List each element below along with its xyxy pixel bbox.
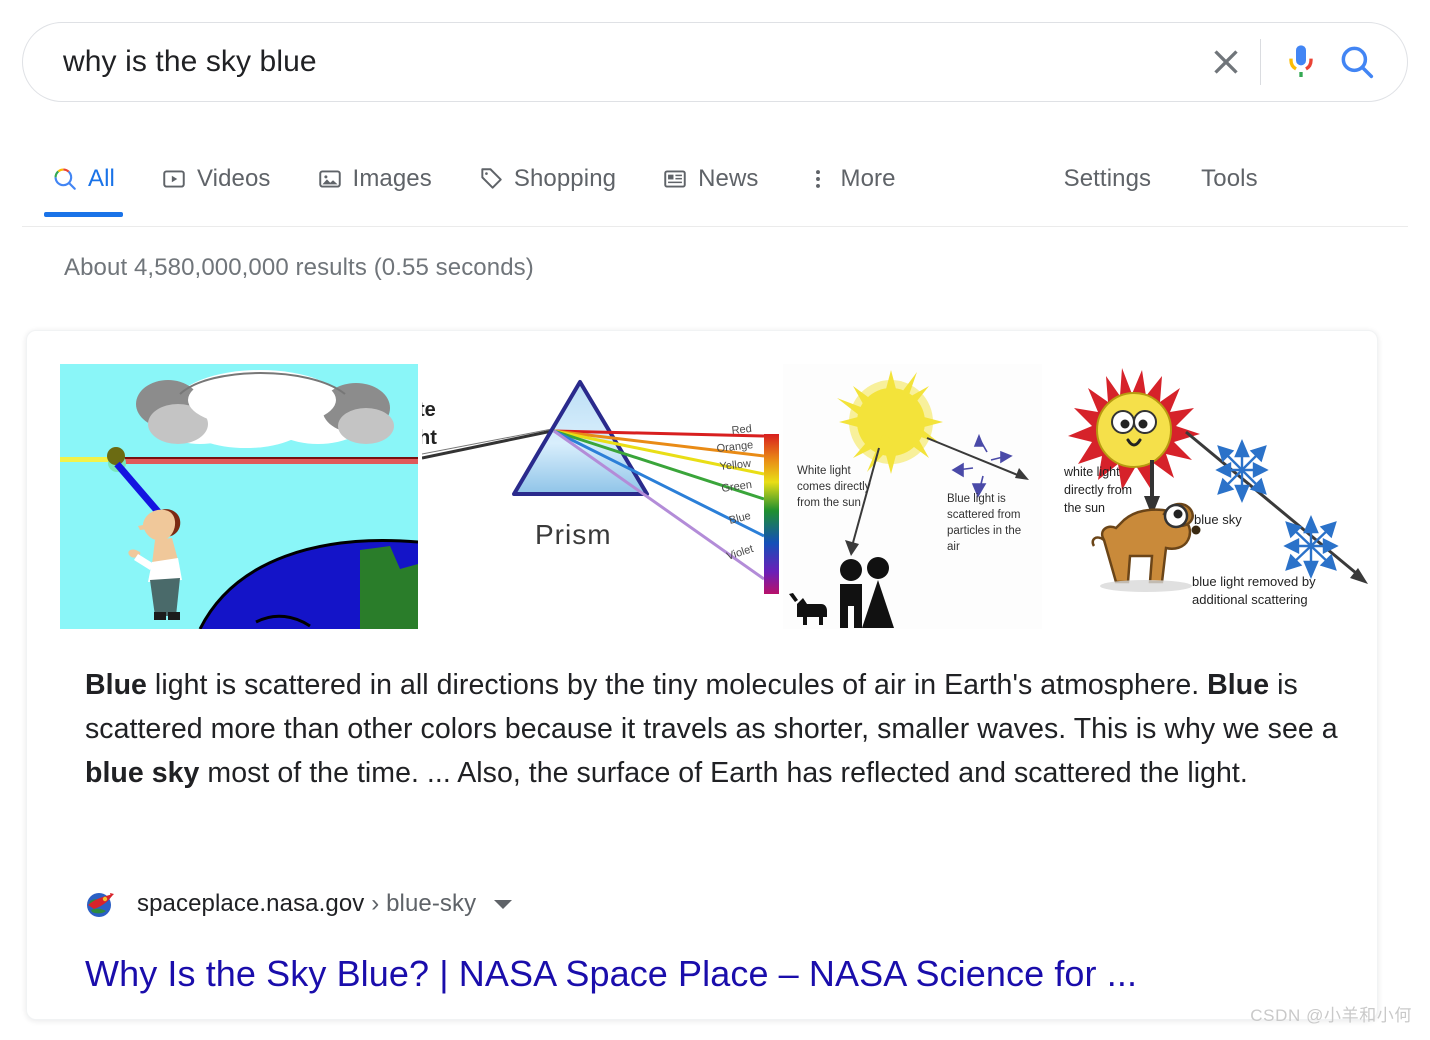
sun-scattering-diagram: White light comes directly from the sun … — [783, 364, 1042, 629]
result-url[interactable]: spaceplace.nasa.gov › blue-sky — [137, 890, 476, 918]
svg-text:Blue light is: Blue light is — [947, 493, 1006, 505]
svg-text:additional scattering: additional scattering — [1192, 592, 1308, 607]
snippet-text-run: most of the time. ... Also, the surface … — [199, 757, 1248, 789]
svg-text:directly from: directly from — [1064, 483, 1132, 497]
featured-snippet-text: Blue light is scattered in all direction… — [85, 663, 1347, 795]
clear-search-button[interactable] — [1200, 36, 1252, 88]
cartoon-sun-dog-scattering-diagram: white light directly from the sun blue s… — [1046, 364, 1377, 629]
svg-text:scattered from: scattered from — [947, 509, 1021, 521]
tab-more[interactable]: More — [797, 148, 904, 210]
newspaper-icon — [662, 166, 688, 192]
featured-snippet-card: Red Orange Yellow Green Blue Violet te h… — [26, 330, 1378, 1020]
tabs-right-group: Settings Tools — [1064, 148, 1258, 210]
tab-shopping[interactable]: Shopping — [470, 148, 624, 210]
nasa-favicon — [85, 889, 115, 919]
thumbnail-sun-scattering[interactable]: White light comes directly from the sun … — [783, 364, 1042, 629]
tabs-left-group: All Videos Images Shopping News More — [44, 148, 934, 217]
thumbnail-cartoon-sun-dog[interactable]: white light directly from the sun blue s… — [1046, 364, 1377, 629]
microphone-icon — [1289, 45, 1313, 77]
thumbnail-prism-spectrum[interactable]: Red Orange Yellow Green Blue Violet te h… — [422, 364, 779, 629]
tab-news[interactable]: News — [654, 148, 766, 210]
voice-search-button[interactable] — [1273, 34, 1329, 90]
thumbnail-sky-observer[interactable] — [60, 364, 418, 629]
svg-text:ht: ht — [422, 427, 437, 449]
tab-images[interactable]: Images — [309, 148, 440, 210]
svg-text:blue sky: blue sky — [1194, 512, 1242, 527]
tabs-bottom-border — [22, 226, 1408, 227]
result-path: blue-sky — [386, 890, 477, 917]
search-input[interactable]: why is the sky blue — [63, 47, 1200, 77]
search-tabs: All Videos Images Shopping News More Set… — [0, 148, 1430, 222]
result-source-row[interactable]: spaceplace.nasa.gov › blue-sky — [85, 887, 513, 921]
tab-label: Videos — [196, 165, 271, 192]
svg-text:from the sun: from the sun — [797, 497, 861, 509]
snippet-bold-term: Blue — [85, 669, 147, 701]
svg-text:Prism: Prism — [535, 519, 612, 550]
tab-label: Shopping — [513, 165, 617, 192]
settings-link[interactable]: Settings — [1064, 165, 1152, 193]
svg-text:white light: white light — [1063, 465, 1120, 479]
featured-thumbnail-strip: Red Orange Yellow Green Blue Violet te h… — [60, 364, 1377, 629]
snippet-bold-term: Blue — [1207, 669, 1270, 701]
svg-text:blue light removed by: blue light removed by — [1192, 574, 1316, 589]
result-stats: About 4,580,000,000 results (0.55 second… — [64, 254, 534, 281]
tab-label: News — [698, 165, 759, 192]
tab-label: All — [88, 165, 115, 192]
tab-label: More — [840, 165, 896, 192]
tab-label: Images — [352, 165, 432, 192]
more-vert-icon — [805, 166, 831, 192]
tag-icon — [478, 166, 504, 192]
watermark: CSDN @小羊和小何 — [1250, 1006, 1412, 1025]
svg-text:White light: White light — [797, 465, 851, 477]
image-icon — [317, 166, 343, 192]
svg-text:particles in the: particles in the — [947, 525, 1021, 537]
search-submit-button[interactable] — [1329, 34, 1385, 90]
svg-text:Red: Red — [731, 423, 752, 437]
tools-link[interactable]: Tools — [1201, 165, 1258, 193]
tab-videos[interactable]: Videos — [153, 148, 279, 210]
svg-text:te: te — [422, 399, 436, 421]
svg-text:air: air — [947, 541, 960, 553]
tab-all[interactable]: All — [44, 148, 123, 217]
snippet-bold-term: blue sky — [85, 757, 200, 789]
breadcrumb-separator: › — [371, 890, 380, 917]
search-divider — [1260, 39, 1261, 85]
svg-text:the sun: the sun — [1064, 501, 1105, 515]
sky-observer-illustration — [60, 364, 418, 629]
search-bar[interactable]: why is the sky blue — [22, 22, 1408, 102]
chevron-down-icon[interactable] — [494, 899, 513, 909]
video-icon — [161, 166, 187, 192]
google-search-icon — [52, 166, 78, 192]
snippet-text-run: light is scattered in all directions by … — [146, 669, 1208, 701]
search-icon — [1341, 46, 1374, 79]
svg-text:comes directly: comes directly — [797, 481, 871, 493]
search-bar-container: why is the sky blue — [22, 22, 1408, 102]
close-icon — [1214, 50, 1238, 74]
result-domain: spaceplace.nasa.gov — [137, 890, 365, 917]
prism-spectrum-diagram: Red Orange Yellow Green Blue Violet te h… — [422, 364, 779, 629]
result-title-link[interactable]: Why Is the Sky Blue? | NASA Space Place … — [85, 953, 1137, 995]
